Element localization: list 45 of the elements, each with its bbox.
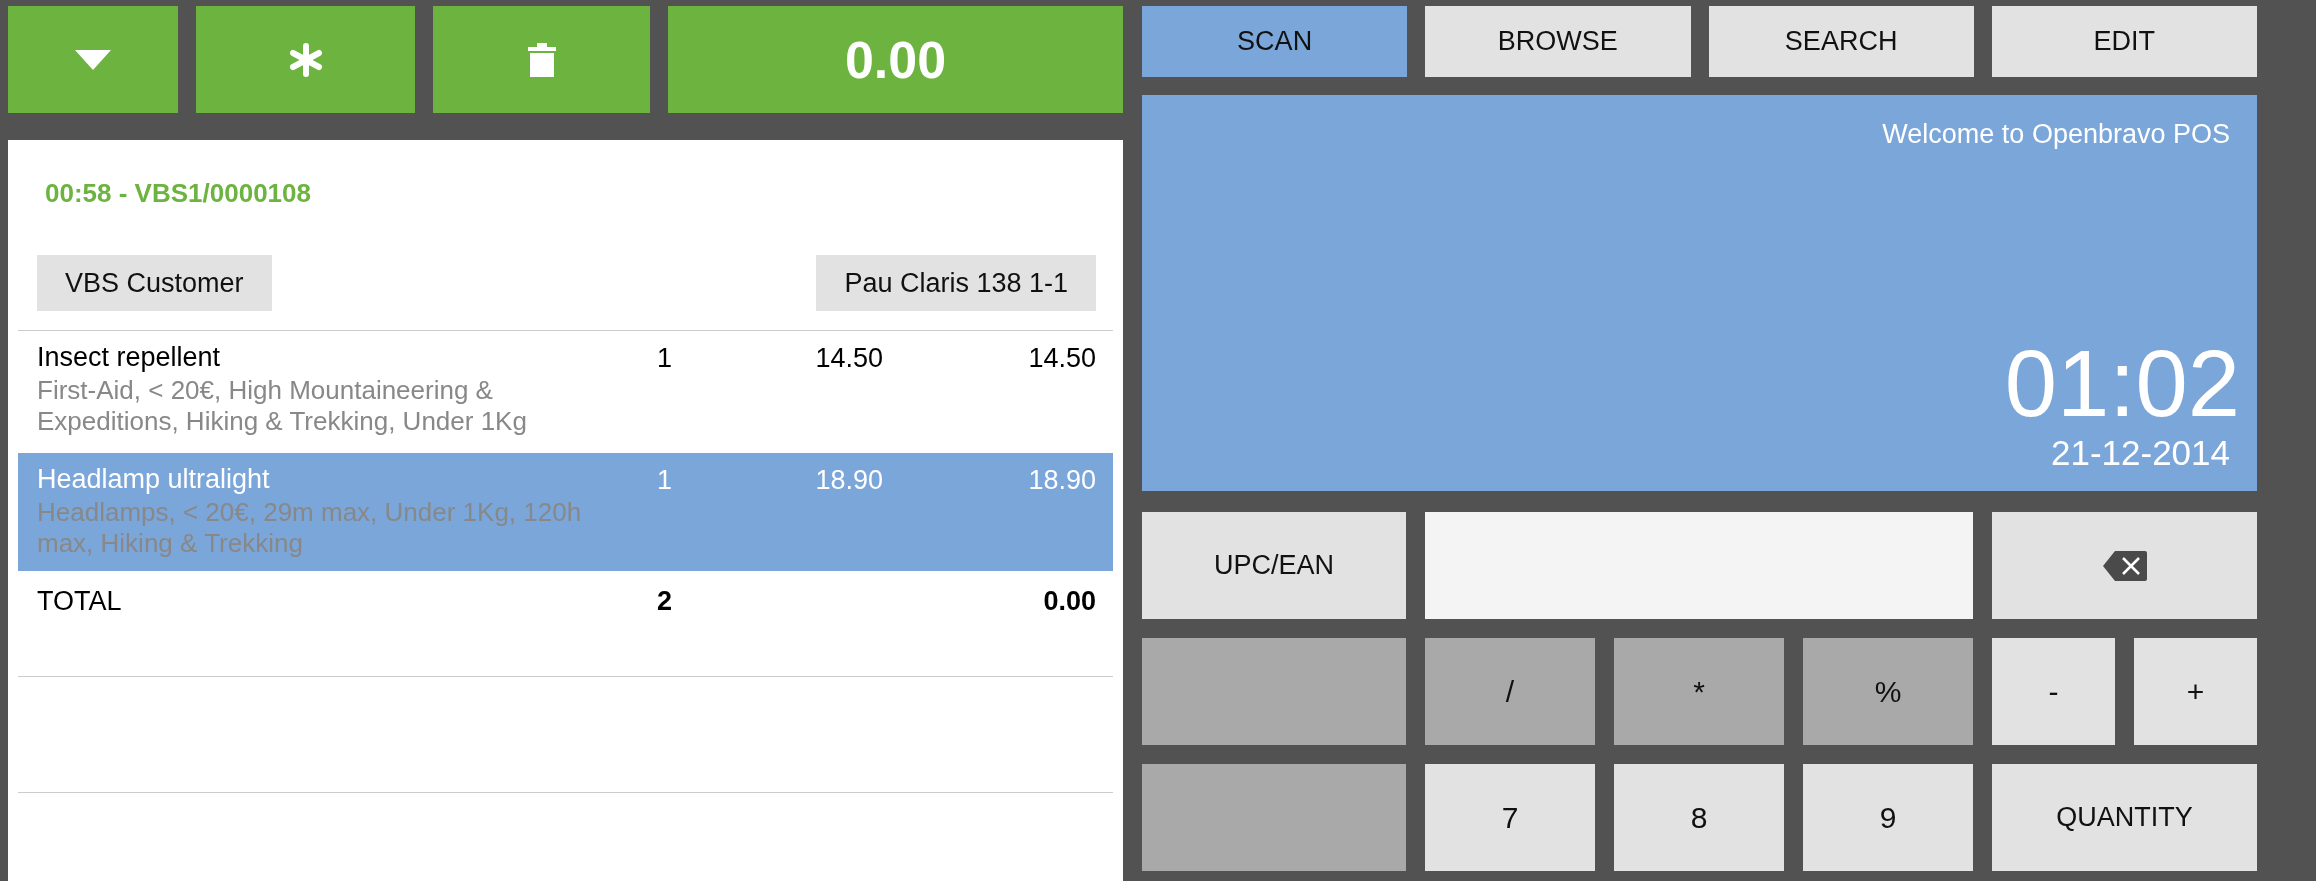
blank-key[interactable] — [1142, 638, 1406, 745]
product-name: Headlamp ultralight — [37, 465, 271, 495]
keypad-key[interactable]: - — [1992, 638, 2115, 745]
total-label: TOTAL — [37, 586, 122, 617]
keypad-key[interactable]: % — [1803, 638, 1973, 745]
tab[interactable]: SEARCH — [1708, 6, 1974, 77]
customer-button[interactable]: VBS Customer — [37, 255, 272, 311]
asterisk-icon — [288, 42, 323, 77]
total-amount: 0.00 — [1043, 586, 1096, 617]
tab[interactable]: EDIT — [1991, 6, 2257, 77]
quantity: 1 — [656, 465, 672, 496]
product-categories: First-Aid, < 20€, High Mountaineering & Expeditions, Hiking & Trekking, Under 1Kg — [37, 374, 528, 438]
ticket-line[interactable]: Insect repellent First-Aid, < 20€, High Mountaineering & Expeditions, Hiking & Trekking, Under 1Kg 1 14.50 14.50 — [18, 331, 1113, 454]
asterisk-button[interactable] — [196, 6, 415, 113]
keypad-key[interactable]: / — [1425, 638, 1595, 745]
line-amount: 14.50 — [1028, 343, 1096, 373]
line-amount: 18.90 — [1028, 465, 1096, 496]
product-name: Insect repellent — [37, 343, 222, 373]
keypad-key[interactable]: 8 — [1614, 764, 1784, 871]
mode-button[interactable]: UPC/EAN — [1142, 512, 1406, 619]
delete-button[interactable] — [433, 6, 650, 113]
code-input-field[interactable] — [1425, 512, 1973, 619]
welcome-message: Welcome to Openbravo POS — [1882, 118, 2231, 150]
caret-icon — [75, 49, 111, 70]
tab[interactable]: BROWSE — [1425, 6, 1691, 77]
keypad-key[interactable]: 7 — [1425, 764, 1595, 871]
trash-icon — [527, 42, 556, 77]
product-categories: Headlamps, < 20€, 29m max, Under 1Kg, 120h max, Hiking & Trekking — [37, 496, 583, 560]
backspace-button[interactable] — [1992, 512, 2257, 619]
ticket-title: 00:58 - VBS1/0000108 — [44, 177, 312, 210]
total-quantity: 2 — [656, 586, 672, 617]
tab[interactable]: SCAN — [1142, 6, 1408, 77]
unit-price: 14.50 — [815, 343, 883, 373]
keypad-key[interactable]: 9 — [1803, 764, 1973, 871]
blank-key[interactable] — [1142, 764, 1406, 871]
keypad-key[interactable]: + — [2134, 638, 2257, 745]
quantity: 1 — [656, 343, 672, 373]
menu-button[interactable] — [8, 6, 178, 113]
location-button[interactable]: Pau Claris 138 1-1 — [816, 255, 1096, 311]
quantity-button[interactable]: QUANTITY — [1992, 764, 2257, 871]
backspace-icon — [2102, 550, 2147, 581]
unit-price: 18.90 — [815, 465, 883, 496]
clock-time: 01:02 — [2004, 337, 2240, 431]
clock-date: 21-12-2014 — [2050, 433, 2231, 473]
keypad-key[interactable]: * — [1614, 638, 1784, 745]
